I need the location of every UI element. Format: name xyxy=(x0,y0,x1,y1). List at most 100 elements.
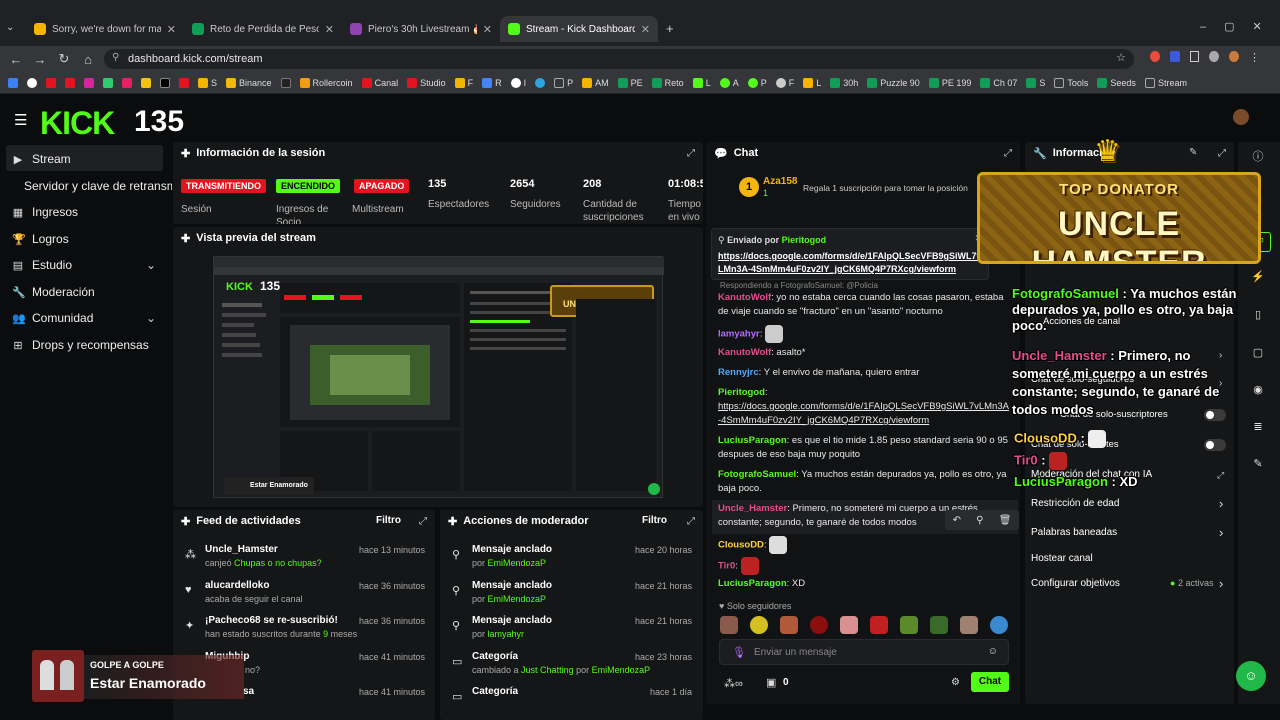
bookmark-item[interactable]: R xyxy=(482,77,502,88)
broadcast-icon[interactable]: ◉ xyxy=(1248,383,1268,403)
emote-icon[interactable] xyxy=(720,616,738,634)
bookmark-item[interactable]: L xyxy=(803,77,821,88)
chat-message[interactable]: Rennyjrc: Y el envivo de mañana, quiero … xyxy=(718,366,1010,380)
emote-icon[interactable] xyxy=(900,616,918,634)
bookmark-item[interactable]: Reto xyxy=(651,77,684,88)
user-avatar[interactable] xyxy=(1233,109,1249,125)
bookmark-item[interactable]: I xyxy=(510,77,526,88)
bookmark-item[interactable]: Ch 07 xyxy=(980,77,1017,88)
bookmark-icon[interactable] xyxy=(179,77,189,88)
bookmark-icon[interactable] xyxy=(65,77,75,88)
bookmark-item[interactable]: Canal xyxy=(361,77,398,88)
age-restriction-setting[interactable]: Restricción de edad xyxy=(1031,498,1119,509)
bookmark-icon[interactable] xyxy=(27,77,37,88)
bookmark-item[interactable]: Puzzle 90 xyxy=(867,77,920,88)
close-tab-icon[interactable]: ✕ xyxy=(483,23,492,36)
chevron-right-icon[interactable]: › xyxy=(1219,576,1223,591)
gift-cta[interactable]: Regala 1 suscripción para tomar la posic… xyxy=(803,183,975,193)
pin-icon[interactable]: ⚲ xyxy=(976,515,983,526)
chat-bubble-icon[interactable]: ▢ xyxy=(1248,346,1268,366)
bookmark-folder[interactable]: Stream xyxy=(1144,77,1187,88)
bookmark-star-icon[interactable]: ☆ xyxy=(1116,51,1126,64)
chevron-right-icon[interactable]: › xyxy=(1219,496,1223,511)
sidebar-item-comunidad[interactable]: 👥 Comunidad ⌄ xyxy=(12,311,162,325)
chat-message[interactable]: Pieritogod: https://docs.google.com/forms… xyxy=(718,386,1010,428)
extension-icon[interactable] xyxy=(1150,51,1160,62)
bookmark-item[interactable]: PE xyxy=(617,77,643,88)
support-chat-icon[interactable]: ☺ xyxy=(1236,661,1266,691)
chat-message[interactable]: Tir0: xyxy=(718,557,1010,575)
bookmark-icon[interactable] xyxy=(84,77,94,88)
bookmark-item[interactable]: F xyxy=(775,77,794,88)
points-icon[interactable]: ⁂∞ xyxy=(724,677,743,690)
sidebar-item-server-key[interactable]: Servidor y clave de retransmisión xyxy=(24,179,172,193)
bookmark-item[interactable]: S xyxy=(1026,77,1045,88)
emoji-icon[interactable]: ☺ xyxy=(988,646,998,657)
chat-message[interactable]: LuciusParagon: XD xyxy=(718,577,1010,591)
close-tab-icon[interactable]: ✕ xyxy=(641,23,650,36)
bookmark-folder[interactable]: Tools xyxy=(1054,77,1088,88)
delete-icon[interactable]: 🗑 xyxy=(999,515,1012,526)
new-tab-button[interactable]: + xyxy=(666,21,674,36)
browser-tab[interactable]: Reto de Perdida de Peso - El M ✕ xyxy=(184,16,342,42)
forward-icon[interactable]: → xyxy=(28,52,52,67)
bookmark-icon[interactable] xyxy=(103,77,113,88)
pinned-link[interactable]: https://docs.google.com/forms/d/e/1FAIpQ… xyxy=(718,250,986,276)
host-channel-setting[interactable]: Hostear canal xyxy=(1031,553,1093,564)
emote-icon[interactable] xyxy=(780,616,798,634)
bookmark-item[interactable]: F xyxy=(454,77,473,88)
sidebar-item-estudio[interactable]: ▤ Estudio ⌄ xyxy=(12,258,162,272)
chat-message[interactable]: KanutoWolf: asalto* xyxy=(718,346,1010,360)
close-tab-icon[interactable]: ✕ xyxy=(167,23,176,36)
bookmark-item[interactable]: A xyxy=(719,77,739,88)
home-icon[interactable]: ⌂ xyxy=(76,52,100,67)
reload-icon[interactable]: ↻ xyxy=(52,51,76,67)
list-icon[interactable]: ≣ xyxy=(1248,420,1268,440)
emote-icon[interactable] xyxy=(810,616,828,634)
bookmark-item[interactable]: AM xyxy=(582,77,609,88)
bookmark-item[interactable]: PE 199 xyxy=(928,77,971,88)
emote-icon[interactable] xyxy=(870,616,888,634)
chat-message[interactable]: FotografoSamuel: Ya muchos están depurad… xyxy=(718,468,1010,496)
site-info-icon[interactable]: ⚲ xyxy=(112,52,119,63)
menu-icon[interactable]: ⋮ xyxy=(1249,51,1260,64)
bookmark-icon[interactable] xyxy=(280,77,291,88)
back-icon[interactable]: ← xyxy=(4,52,28,67)
document-icon[interactable]: ▯ xyxy=(1248,308,1268,328)
kick-logo[interactable]: KICK xyxy=(40,105,115,142)
send-chat-button[interactable]: Chat xyxy=(971,672,1009,692)
bookmark-item[interactable]: 30h xyxy=(830,77,858,88)
chat-message[interactable]: lamyahyr: xyxy=(718,325,1010,343)
filter-button[interactable]: Filtro xyxy=(642,515,667,526)
expand-icon[interactable]: ⤢ xyxy=(687,148,695,159)
edit-icon[interactable]: ✎ xyxy=(1189,147,1197,158)
profile-icon[interactable] xyxy=(1209,51,1220,62)
tab-search-icon[interactable]: ⌄ xyxy=(6,22,14,33)
bookmark-icon[interactable] xyxy=(160,77,170,88)
bookmark-icon[interactable] xyxy=(535,77,546,88)
emote-icon[interactable] xyxy=(960,616,978,634)
external-link-icon[interactable]: ⤢ xyxy=(1217,470,1224,481)
wrench-icon[interactable]: ✎ xyxy=(1248,457,1268,477)
bookmark-item[interactable]: Rollercoin xyxy=(299,77,353,88)
emotes-only-toggle[interactable] xyxy=(1204,439,1226,451)
mic-icon[interactable]: 🎙 xyxy=(732,646,746,659)
info-circle-icon[interactable]: ⓘ xyxy=(1248,148,1268,168)
chat-input[interactable]: 🎙 Enviar un mensaje ☺ xyxy=(719,639,1009,665)
avatar[interactable] xyxy=(1229,51,1239,62)
reply-icon[interactable]: ↶ xyxy=(953,515,961,526)
chat-message[interactable]: KanutoWolf: yo no estaba cerca cuando la… xyxy=(718,291,1010,319)
emote-icon[interactable] xyxy=(750,616,768,634)
hamburger-menu-icon[interactable]: ☰ xyxy=(14,111,27,129)
configure-goals-setting[interactable]: Configurar objetivos xyxy=(1031,578,1120,589)
filter-button[interactable]: Filtro xyxy=(376,515,401,526)
bookmark-item[interactable]: Binance xyxy=(226,77,272,88)
sidebar-item-stream[interactable]: ▶ Stream xyxy=(12,152,71,166)
banned-words-setting[interactable]: Palabras baneadas xyxy=(1031,527,1117,538)
sidebar-item-ingresos[interactable]: ▦ Ingresos xyxy=(12,205,78,219)
stream-preview-video[interactable]: KICK 135 UNCLE HAMSTER Estar Enamorado xyxy=(213,256,664,498)
expand-icon[interactable]: ⤢ xyxy=(1004,148,1012,159)
sidebar-item-moderacion[interactable]: 🔧 Moderación xyxy=(12,285,95,299)
store-icon[interactable]: ▣ xyxy=(766,676,776,689)
expand-icon[interactable]: ⤢ xyxy=(687,516,695,527)
